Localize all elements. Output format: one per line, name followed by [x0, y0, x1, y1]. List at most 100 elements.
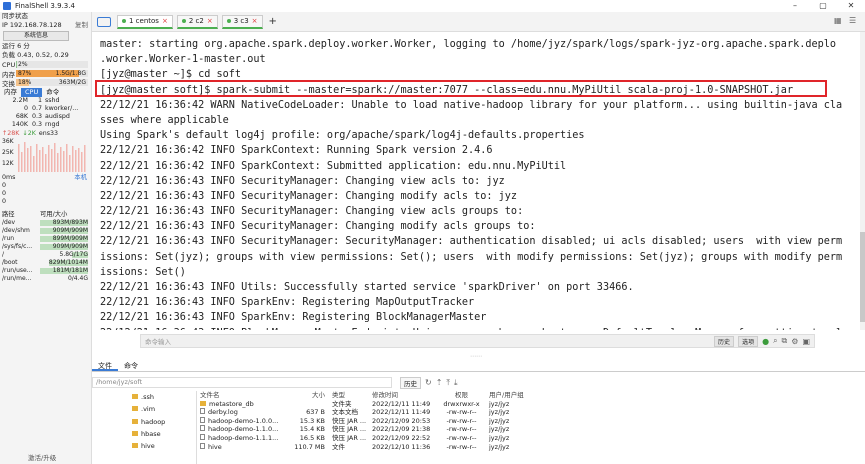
tab-c3[interactable]: 3 c3 × — [221, 14, 263, 29]
refresh-icon[interactable]: ↻ — [425, 378, 432, 387]
disk-row[interactable]: /sys/fs/c... 909M/909M — [0, 243, 91, 251]
process-row[interactable]: 2.2M 1 sshd — [0, 97, 91, 105]
col-name[interactable]: 文件名 — [197, 391, 288, 400]
col-owner[interactable]: 用户/用户组 — [489, 391, 529, 400]
interface-select[interactable]: ens33 — [39, 129, 58, 138]
folder-tree: .ssh .vim hadoop hbase hive — [92, 391, 197, 464]
terminal-line: .worker.Worker-1-master.out — [100, 54, 266, 66]
upgrade-link[interactable]: 激活/升级 — [28, 452, 56, 462]
tab-files[interactable]: 文件 — [92, 360, 118, 371]
system-info-button[interactable]: 系统信息 — [3, 31, 69, 41]
app-icon — [3, 2, 11, 10]
tree-item[interactable]: .vim — [92, 403, 196, 415]
terminal-line: 22/12/21 16:36:42 INFO SparkContext: Sub… — [100, 160, 567, 172]
col-permissions[interactable]: 权限 — [434, 391, 489, 400]
tree-item[interactable]: hbase — [92, 428, 196, 440]
status-dot-icon — [226, 19, 231, 23]
scrollbar-thumb[interactable] — [860, 232, 865, 322]
disk-row[interactable]: /boot 829M/1014M — [0, 259, 91, 267]
file-owner: jyz/jyz — [489, 399, 510, 408]
file-icon — [200, 425, 205, 432]
app-title: FinalShell 3.9.3.4 — [15, 2, 75, 10]
up-folder-icon[interactable]: ⇡ — [436, 378, 443, 387]
tab-centos[interactable]: 1 centos × — [117, 14, 173, 29]
upload-icon[interactable]: ⤒ — [446, 378, 450, 388]
tab-c2[interactable]: 2 c2 × — [176, 14, 218, 29]
proc-tab-command[interactable]: 命令 — [42, 88, 63, 97]
history-button[interactable]: 历史 — [714, 335, 735, 347]
folder-icon[interactable] — [97, 16, 111, 27]
folder-icon — [132, 418, 138, 424]
latency-value: 0ms — [2, 174, 16, 181]
latency-target[interactable]: 本机 — [74, 174, 87, 182]
col-size[interactable]: 大小 — [288, 391, 329, 400]
splitter-handle[interactable]: ⋯⋯ — [470, 353, 482, 360]
close-icon[interactable]: × — [252, 14, 258, 28]
status-dot-icon — [122, 19, 126, 23]
close-button[interactable]: ✕ — [837, 0, 865, 12]
tree-item[interactable]: .ssh — [92, 391, 196, 403]
process-row[interactable]: 68K 0.3 audispd — [0, 113, 91, 121]
minimize-button[interactable]: – — [781, 0, 809, 12]
add-tab-icon[interactable]: + — [269, 16, 277, 27]
tab-commands[interactable]: 命令 — [118, 360, 144, 371]
search-icon[interactable]: ⌕ — [773, 336, 777, 346]
file-list: 文件名 大小 类型 修改时间 权限 用户/用户组 metastore_db 文件夹… — [197, 391, 865, 464]
check-icon[interactable]: ● — [762, 337, 769, 346]
file-row[interactable]: hadoop-demo-1.1.1... 16.5 KB 快压 JAR ... 202… — [197, 433, 865, 443]
command-input-bar: 命令输入 历史 选项 ● ⌕ ⧉ ⚙ ▣ — [140, 334, 815, 348]
disk-row[interactable]: /run/me... 0/4.4G — [0, 275, 91, 283]
col-modified[interactable]: 修改时间 — [372, 391, 434, 400]
file-row[interactable]: hadoop-demo-1.0.0... 15.3 KB 快压 JAR ... 202… — [197, 416, 865, 426]
tree-item[interactable]: hive — [92, 440, 196, 452]
disk-row[interactable]: /dev/shm 909M/909M — [0, 227, 91, 235]
path-history-button[interactable]: 历史 — [400, 376, 421, 389]
maximize-button[interactable]: ▢ — [809, 0, 837, 12]
disk-row[interactable]: /run 899M/909M — [0, 235, 91, 243]
list-view-icon[interactable]: ☰ — [849, 16, 859, 26]
close-icon[interactable]: × — [207, 14, 213, 28]
disk-row[interactable]: /dev 893M/893M — [0, 219, 91, 227]
file-modified: 2022/12/10 11:36 — [372, 442, 431, 451]
copy-ip-button[interactable]: 复制 — [75, 21, 88, 30]
terminal-output[interactable]: master: starting org.apache.spark.deploy… — [92, 32, 865, 330]
tab-label: 1 centos — [129, 17, 159, 25]
file-type: 文件 — [332, 442, 345, 451]
options-button[interactable]: 选项 — [738, 335, 759, 347]
process-row[interactable]: 140K 0.3 rngd — [0, 121, 91, 129]
file-icon — [200, 433, 205, 440]
proc-tab-cpu[interactable]: CPU — [21, 88, 43, 97]
file-row[interactable]: hadoop-demo-1.1.0... 15.4 KB 快压 JAR ... 202… — [197, 425, 865, 434]
terminal-line: 22/12/21 16:36:42 WARN NativeCodeLoader:… — [100, 99, 843, 111]
file-row[interactable]: derby.log 637 B 文本文档 2022/12/11 11:49 -rw-rw… — [197, 408, 865, 417]
download-icon[interactable]: ⤓ — [454, 378, 458, 388]
file-row[interactable]: hive 110.7 MB 文件 2022/12/10 11:36 -rw-rw-r--… — [197, 442, 865, 452]
disk-row[interactable]: /5.8G/17G — [0, 251, 91, 259]
settings-icon[interactable]: ⚙ — [791, 337, 798, 346]
terminal-scrollbar[interactable] — [860, 32, 865, 330]
proc-tab-memory[interactable]: 内存 — [0, 88, 21, 97]
file-row[interactable]: metastore_db 文件夹 2022/12/11 11:49 drwxrwxr-… — [197, 400, 865, 409]
expand-icon[interactable]: ▣ — [802, 337, 810, 346]
swap-pct: 18% — [18, 79, 32, 86]
tab-tools: ▦ ☰ — [834, 16, 859, 26]
disk-row[interactable]: /run/use... 181M/181M — [0, 267, 91, 275]
file-icon — [200, 408, 205, 415]
tree-item[interactable]: hadoop — [92, 416, 196, 428]
terminal-line: 22/12/21 16:36:43 INFO SecurityManager: … — [100, 221, 536, 233]
process-row[interactable]: 0 0.7 kworker/... — [0, 105, 91, 113]
terminal-line: 22/12/21 16:36:43 INFO SecurityManager: … — [100, 206, 524, 218]
col-type[interactable]: 类型 — [329, 391, 372, 400]
file-type: 快压 JAR ... — [332, 433, 367, 442]
grid-view-icon[interactable]: ▦ — [834, 16, 844, 26]
path-input[interactable]: /home/jyz/soft — [92, 377, 392, 388]
status-dot-icon — [181, 19, 186, 23]
close-icon[interactable]: × — [162, 14, 168, 28]
file-type: 快压 JAR ... — [332, 425, 367, 434]
network-graph-plot — [18, 142, 86, 172]
command-input[interactable]: 命令输入 — [145, 336, 714, 346]
copy-icon[interactable]: ⧉ — [782, 336, 788, 346]
sync-status[interactable]: 同步状态 — [0, 12, 91, 21]
terminal-line: master: starting org.apache.spark.deploy… — [100, 39, 837, 50]
file-owner: jyz/jyz — [489, 433, 510, 442]
